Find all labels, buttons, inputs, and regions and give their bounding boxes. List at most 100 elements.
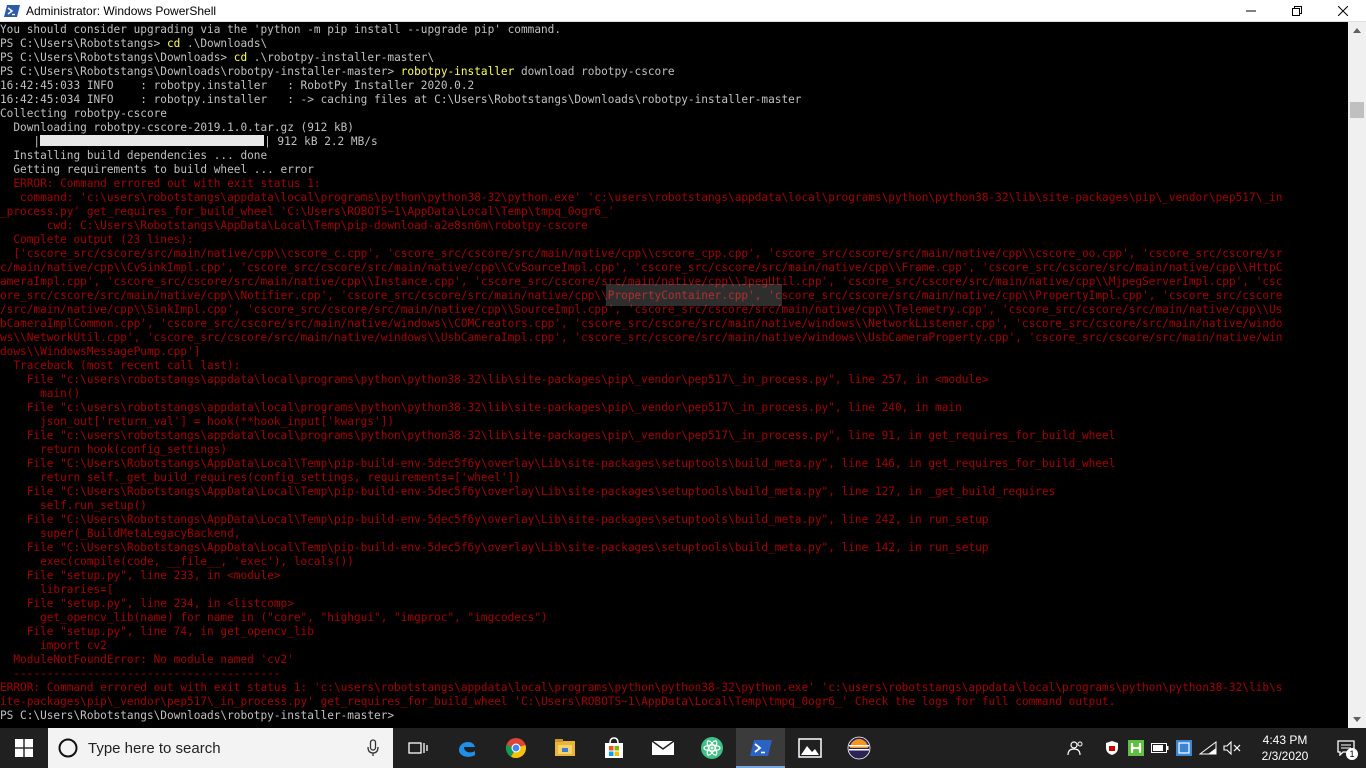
taskbar-app-photos[interactable] (785, 728, 834, 768)
close-icon (1338, 5, 1348, 16)
tray-security[interactable] (1100, 728, 1124, 768)
taskbar-app-powershell[interactable] (736, 728, 785, 768)
mail-icon (651, 740, 674, 755)
command-args: download robotpy-cscore (514, 65, 675, 78)
taskbar-app-file-explorer[interactable] (540, 728, 589, 768)
tray-battery[interactable] (1148, 728, 1172, 768)
maximize-button[interactable] (1274, 0, 1320, 22)
console-line: File "c:\users\robotstangs\appdata\local… (0, 401, 962, 414)
console-line: get_opencv_lib(name) for name in ("core"… (0, 611, 548, 624)
edge-icon (458, 741, 475, 757)
console-line: ---------------------------------------- (0, 667, 281, 680)
console-line: exec(compile(code, __file__, 'exec'), lo… (0, 555, 354, 568)
window-title: Administrator: Windows PowerShell (26, 3, 217, 18)
console-line: _process.py' get_requires_for_build_whee… (0, 205, 615, 218)
console-line: File "c:\users\robotstangs\appdata\local… (0, 373, 989, 386)
prompt: PS C:\Users\Robotstangs\Downloads> (0, 51, 234, 64)
taskbar-app-chrome[interactable] (491, 728, 540, 768)
arrow-down-icon (1353, 717, 1361, 722)
clock-date: 2/3/2020 (1261, 749, 1309, 763)
scroll-down-button[interactable] (1348, 711, 1366, 728)
console-line: Traceback (most recent call last): (0, 359, 241, 372)
vertical-scrollbar[interactable] (1348, 22, 1366, 728)
task-view-button[interactable] (393, 728, 442, 768)
taskbar-app-mail[interactable] (638, 728, 687, 768)
minimize-button[interactable] (1228, 0, 1274, 22)
console-line: return self._get_build_requires(config_s… (0, 471, 521, 484)
shield-icon (1106, 741, 1118, 755)
people-icon (1067, 741, 1083, 756)
taskbar-app-edge[interactable] (442, 728, 491, 768)
console-lines: You should consider upgrading via the 'p… (0, 23, 1282, 723)
console-line: Collecting robotpy-cscore (0, 107, 167, 120)
console-line: ['cscore_src/cscore/src/main/native/cpp\… (0, 247, 1283, 260)
console-line: ameraImpl.cpp', 'cscore_src/cscore/src/m… (0, 275, 1283, 288)
console-line: dows\\WindowsMessagePump.cpp'] (0, 345, 201, 358)
taskbar-app-atom[interactable] (687, 728, 736, 768)
console-line: 16:42:45:033 INFO : robotpy.installer : … (0, 79, 475, 92)
eclipse-icon (847, 736, 870, 760)
photos-icon (797, 738, 822, 758)
download-progress-bar (40, 135, 265, 146)
scroll-up-button[interactable] (1348, 22, 1366, 39)
console-line: File "setup.py", line 234, in <listcomp> (0, 597, 294, 610)
search-box[interactable]: Type here to search (48, 728, 393, 768)
console-line: bCameraImplCommon.cpp', 'cscore_src/csco… (0, 317, 1283, 330)
console-line: self.run_setup() (0, 499, 147, 512)
command: cd (233, 51, 248, 64)
h-app-icon (1128, 740, 1144, 756)
scroll-thumb[interactable] (1350, 102, 1364, 118)
console-line: File "C:\Users\Robotstangs\AppData\Local… (0, 513, 989, 526)
powershell-icon (749, 740, 772, 756)
network-app-icon (1176, 740, 1192, 756)
console-line: File "c:\users\robotstangs\appdata\local… (0, 429, 1116, 442)
console-line: File "C:\Users\Robotstangs\AppData\Local… (0, 541, 989, 554)
command: robotpy-installer (400, 65, 515, 78)
console-line: File "C:\Users\Robotstangs\AppData\Local… (0, 457, 1116, 470)
close-button[interactable] (1320, 0, 1366, 22)
console-line: ModuleNotFoundError: No module named 'cv… (0, 653, 294, 666)
tray-people[interactable] (1064, 728, 1088, 768)
console-line: ERROR: Command errored out with exit sta… (0, 177, 321, 190)
console-output[interactable]: You should consider upgrading via the 'p… (0, 22, 1348, 728)
console-line: import cv2 (0, 639, 107, 652)
action-center-button[interactable]: 1 (1326, 728, 1366, 768)
console-line: File "C:\Users\Robotstangs\AppData\Local… (0, 485, 1056, 498)
console-line: main() (0, 387, 81, 400)
start-button[interactable] (0, 728, 48, 768)
progress-suffix: | 912 kB 2.2 MB/s (264, 135, 378, 148)
console-line: PS C:\Users\Robotstangs> cd .\Downloads\ (0, 37, 1282, 51)
command-args: .\robotpy-installer-master\ (247, 51, 435, 64)
console-line: libraries=[ (0, 583, 114, 596)
console-line: Complete output (23 lines): (0, 233, 194, 246)
console-line: Installing build dependencies ... done (0, 149, 268, 162)
microphone-icon[interactable] (367, 739, 379, 757)
tray-volume[interactable] (1220, 728, 1244, 768)
minimize-icon (1246, 10, 1256, 11)
title-bar[interactable]: Administrator: Windows PowerShell (0, 0, 1366, 22)
taskbar-app-eclipse[interactable] (834, 728, 883, 768)
system-tray: 4:43 PM 2/3/2020 1 (1064, 728, 1366, 768)
tray-wifi[interactable] (1196, 728, 1220, 768)
volume-muted-icon (1223, 741, 1241, 755)
console-line: File "setup.py", line 233, in <module> (0, 569, 281, 582)
tray-app-h[interactable] (1124, 728, 1148, 768)
console-line: File "setup.py", line 74, in get_opencv_… (0, 625, 314, 638)
notification-count-badge: 1 (1346, 748, 1358, 760)
task-view-icon (407, 742, 428, 754)
powershell-logo-icon (4, 4, 20, 17)
console-line: return hook(config_settings) (0, 443, 228, 456)
windows-logo-icon (15, 739, 33, 757)
restore-icon (1292, 5, 1302, 16)
taskbar-app-store[interactable] (589, 728, 638, 768)
console-line: | | 912 kB 2.2 MB/s (0, 135, 1282, 149)
clock[interactable]: 4:43 PM 2/3/2020 (1244, 732, 1326, 764)
wifi-icon (1199, 741, 1217, 755)
console-line: c/main/native/cpp\\CvSinkImpl.cpp', 'csc… (0, 261, 1283, 274)
arrow-up-icon (1353, 28, 1361, 33)
tray-network-app[interactable] (1172, 728, 1196, 768)
store-icon (604, 737, 623, 758)
prompt: PS C:\Users\Robotstangs\Downloads\robotp… (0, 65, 401, 78)
console-line: Downloading robotpy-cscore-2019.1.0.tar.… (0, 121, 354, 134)
battery-icon (1151, 743, 1169, 753)
